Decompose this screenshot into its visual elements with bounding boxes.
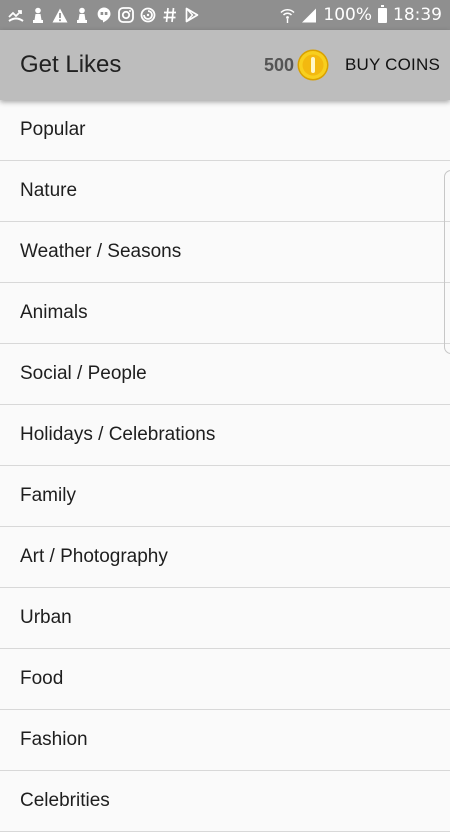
hangouts-icon xyxy=(96,7,112,23)
category-label: Food xyxy=(20,668,64,689)
page-title: Get Likes xyxy=(20,51,122,78)
wifi-calling-icon xyxy=(280,7,295,23)
category-item[interactable]: Holidays / Celebrations xyxy=(0,405,450,466)
category-item[interactable]: Weather / Seasons xyxy=(0,222,450,283)
category-label: Urban xyxy=(20,607,72,628)
coin-icon xyxy=(297,49,329,81)
clock: 18:39 xyxy=(393,5,442,25)
category-item[interactable]: Social / People xyxy=(0,344,450,405)
warning-icon xyxy=(52,7,68,23)
play-store-icon xyxy=(184,7,200,23)
notification-icons xyxy=(8,7,200,23)
category-label: Popular xyxy=(20,119,86,140)
category-label: Family xyxy=(20,485,76,506)
category-item[interactable]: Family xyxy=(0,466,450,527)
category-label: Nature xyxy=(20,180,78,201)
category-item[interactable]: Celebrities xyxy=(0,771,450,832)
category-label: Weather / Seasons xyxy=(20,241,182,262)
missed-call-icon xyxy=(8,7,24,23)
chess-pawn-icon xyxy=(74,7,90,23)
category-label: Fashion xyxy=(20,729,88,750)
category-item[interactable]: Food xyxy=(0,649,450,710)
system-status: 100% 18:39 xyxy=(280,4,442,25)
category-item[interactable]: Urban xyxy=(0,588,450,649)
category-label: Celebrities xyxy=(20,790,110,811)
coin-balance: 500 xyxy=(263,54,294,75)
category-list: Popular Nature Weather / Seasons Animals Soc… xyxy=(0,100,450,832)
category-label: Animals xyxy=(20,302,88,323)
hashtag-icon xyxy=(162,7,178,23)
sync-icon xyxy=(140,7,156,23)
chess-pawn-icon xyxy=(30,7,46,23)
status-bar: 100% 18:39 xyxy=(0,0,450,30)
buy-coins-button[interactable]: BUY COINS xyxy=(345,55,440,75)
signal-icon xyxy=(301,8,317,23)
category-item[interactable]: Art / Photography xyxy=(0,527,450,588)
scroll-indicator[interactable] xyxy=(444,170,450,354)
category-item[interactable]: Animals xyxy=(0,283,450,344)
battery-icon xyxy=(378,4,387,23)
category-item[interactable]: Fashion xyxy=(0,710,450,771)
instagram-icon xyxy=(118,7,134,23)
category-label: Social / People xyxy=(20,363,147,384)
battery-percentage: 100% xyxy=(323,5,372,25)
category-label: Art / Photography xyxy=(20,546,168,567)
category-label: Holidays / Celebrations xyxy=(20,424,216,445)
category-item[interactable]: Popular xyxy=(0,100,450,161)
category-item[interactable]: Nature xyxy=(0,161,450,222)
app-bar: Get Likes 500 BUY COINS xyxy=(0,30,450,100)
